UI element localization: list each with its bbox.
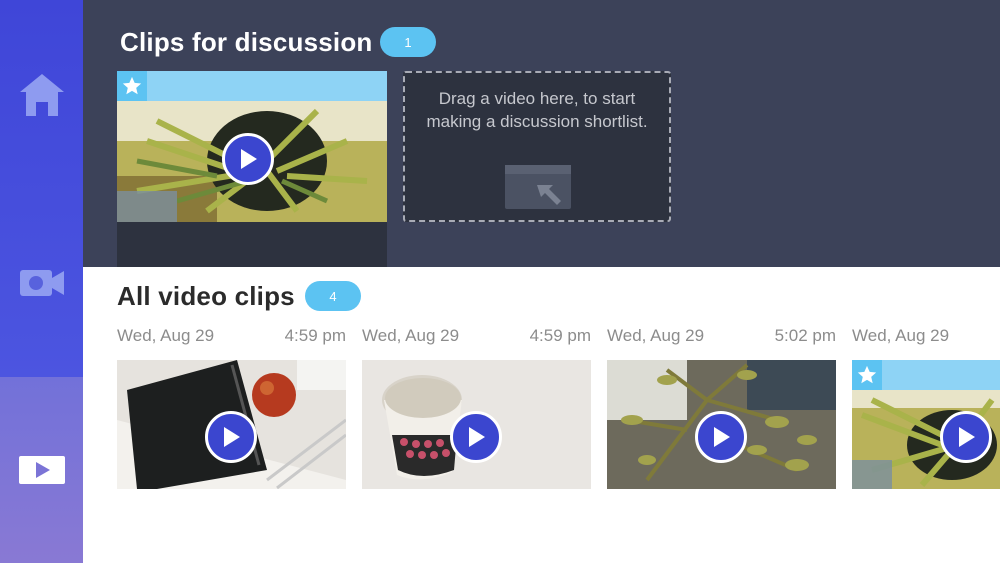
play-button[interactable] (222, 133, 274, 185)
clip-date: Wed, Aug 29 (117, 326, 215, 345)
home-icon[interactable] (18, 70, 66, 118)
clip-date: Wed, Aug 29 (607, 326, 705, 345)
play-button[interactable] (695, 411, 747, 463)
drop-zone[interactable]: Drag a video here, to start making a dis… (403, 71, 671, 222)
drop-folder-icon (505, 165, 571, 209)
video-camera-icon[interactable] (18, 258, 66, 306)
clip-time: 4:59 pm (529, 326, 591, 345)
play-screen-icon[interactable] (18, 446, 66, 494)
play-button[interactable] (205, 411, 257, 463)
sidebar (0, 0, 83, 563)
star-bar (117, 71, 387, 101)
all-clips-count-badge: 4 (305, 281, 361, 311)
play-button[interactable] (450, 411, 502, 463)
drop-zone-text: Drag a video here, to start making a dis… (426, 89, 648, 131)
star-icon[interactable] (852, 360, 882, 390)
video-clip-card[interactable] (362, 360, 591, 489)
sidebar-top (0, 0, 83, 377)
clip-time: 4:59 pm (284, 326, 346, 345)
star-icon[interactable] (117, 71, 147, 101)
video-clip-card[interactable] (852, 360, 1000, 489)
play-button[interactable] (940, 411, 992, 463)
discussion-title: Clips for discussion (120, 27, 373, 57)
discussion-clip-card[interactable] (117, 71, 387, 267)
video-clip-card[interactable] (117, 360, 346, 489)
clip-date: Wed, Aug 29 (362, 326, 460, 345)
discussion-count-badge: 1 (380, 27, 436, 57)
clip-time: 5:02 pm (774, 326, 836, 345)
clip-date: Wed, Aug 29 (852, 326, 950, 345)
all-clips-title: All video clips (117, 281, 295, 311)
video-clip-card[interactable] (607, 360, 836, 489)
